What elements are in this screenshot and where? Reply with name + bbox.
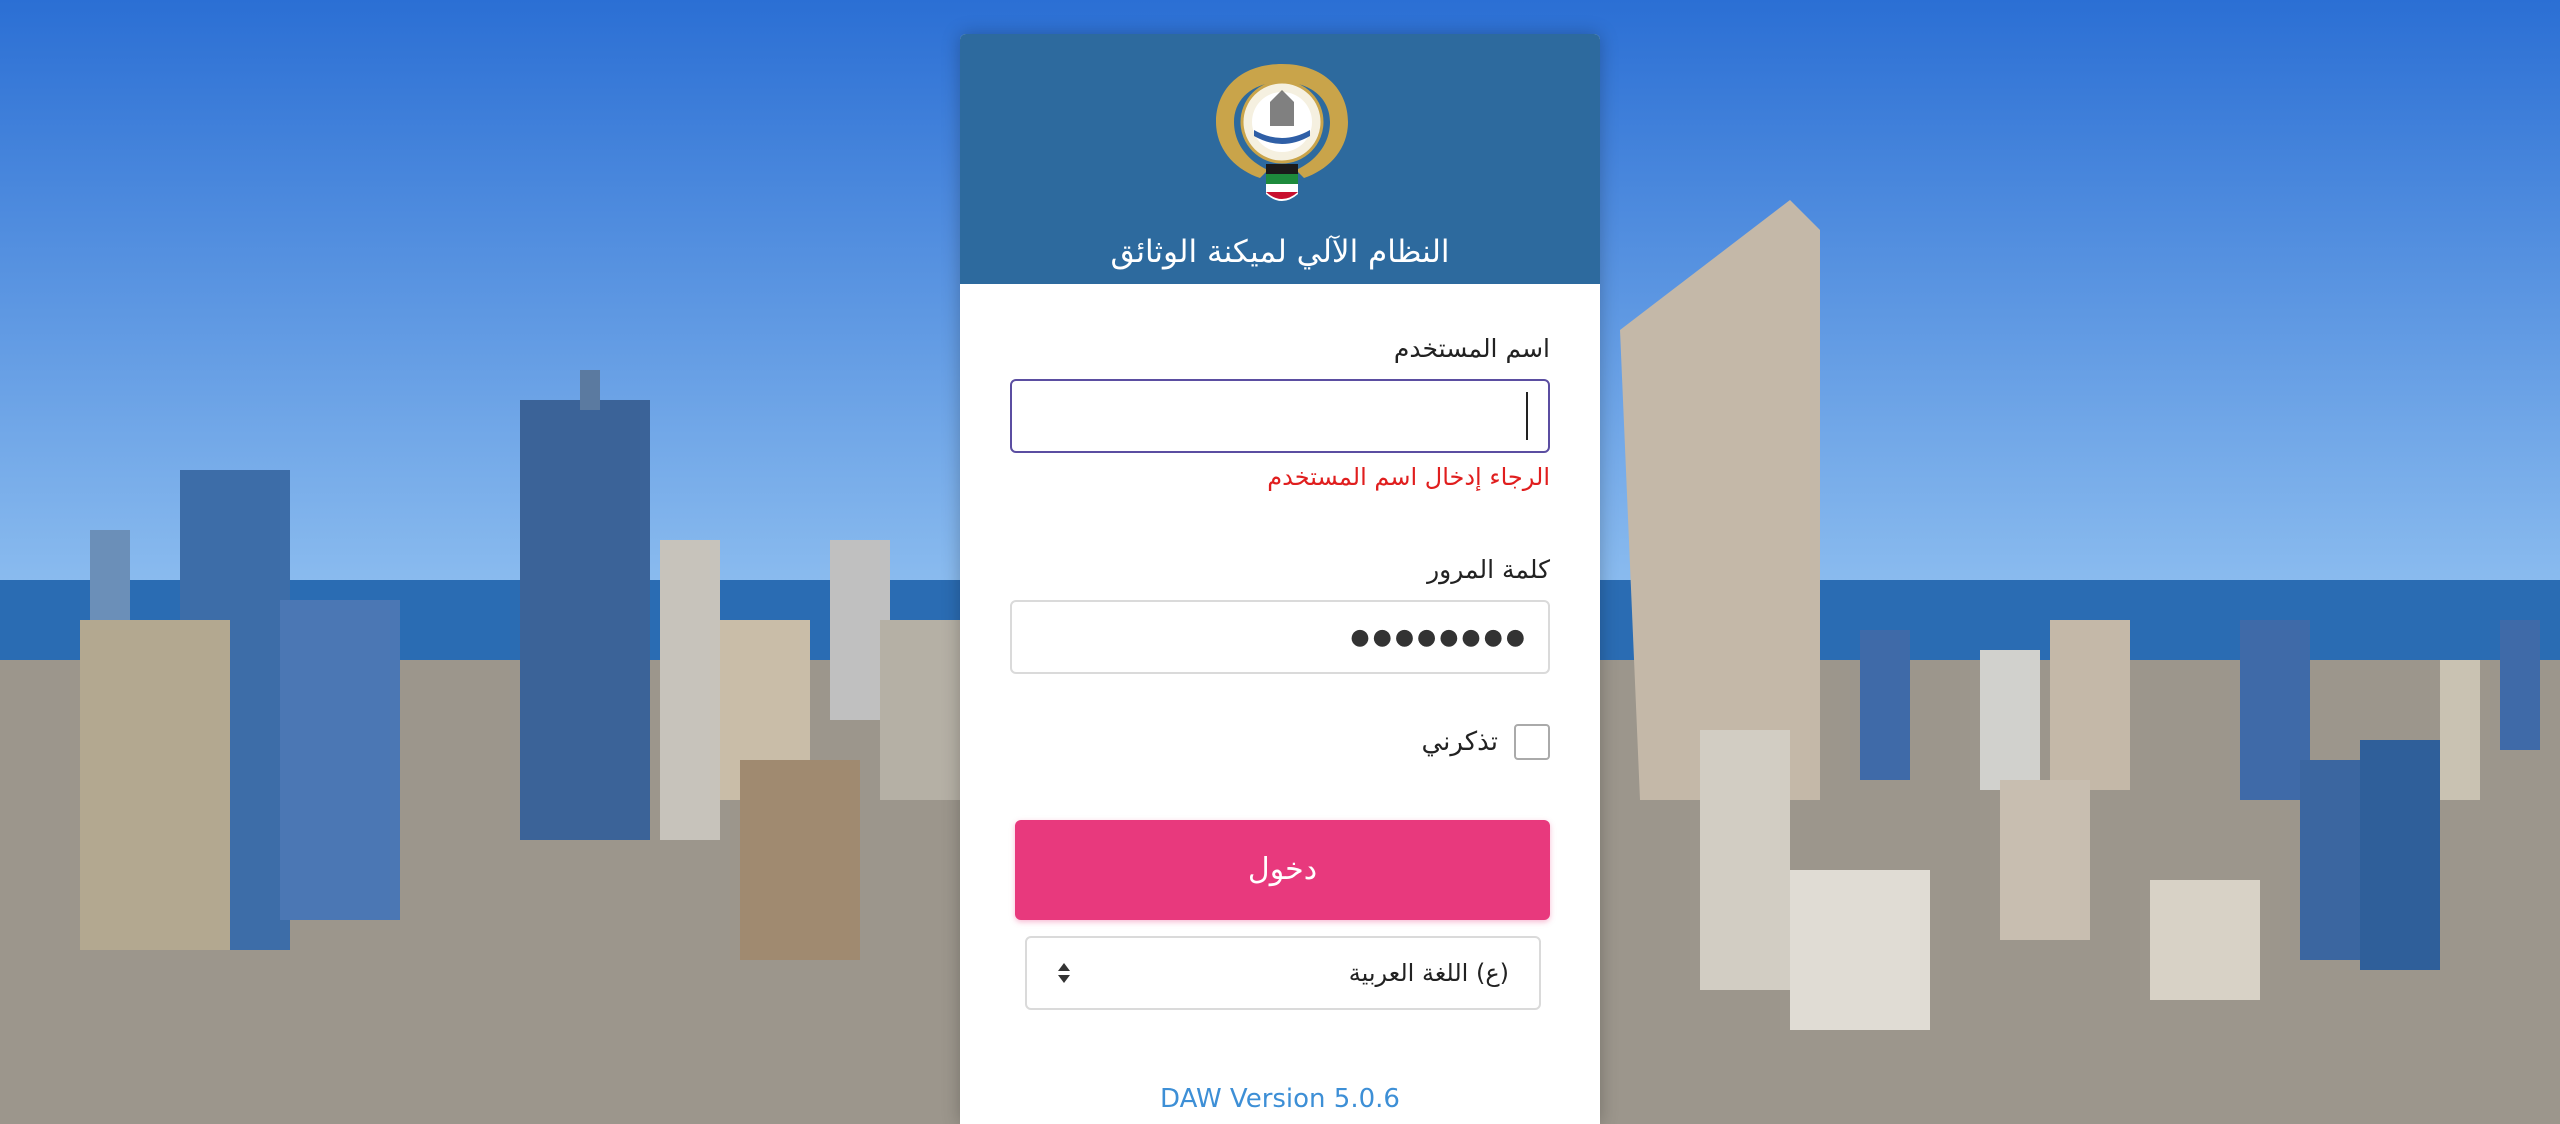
select-arrows-icon	[1057, 961, 1071, 985]
remember-me-row: تذكرني	[1010, 724, 1550, 760]
system-title: النظام الآلي لميكنة الوثائق	[1110, 234, 1450, 270]
text-caret	[1526, 392, 1528, 440]
login-button[interactable]: دخول	[1015, 820, 1550, 920]
password-input[interactable]: ●●●●●●●●	[1010, 600, 1550, 674]
username-label: اسم المستخدم	[1393, 334, 1550, 363]
login-form: اسم المستخدم الرجاء إدخال اسم المستخدم ك…	[1010, 334, 1550, 1010]
password-masked-value: ●●●●●●●●	[1350, 624, 1528, 650]
language-selected-value: (ع) اللغة العربية	[1348, 959, 1509, 987]
language-select[interactable]: (ع) اللغة العربية	[1025, 936, 1541, 1010]
username-input[interactable]	[1010, 379, 1550, 453]
login-card: النظام الآلي لميكنة الوثائق اسم المستخدم…	[960, 34, 1600, 1124]
card-header: النظام الآلي لميكنة الوثائق	[960, 34, 1600, 284]
password-label: كلمة المرور	[1427, 555, 1550, 584]
version-link[interactable]: DAW Version 5.0.6	[960, 1084, 1600, 1114]
kuwait-emblem-icon	[1216, 64, 1348, 201]
remember-me-label: تذكرني	[1421, 727, 1498, 757]
username-error-message: الرجاء إدخال اسم المستخدم	[1267, 463, 1550, 491]
remember-me-checkbox[interactable]	[1514, 724, 1550, 760]
